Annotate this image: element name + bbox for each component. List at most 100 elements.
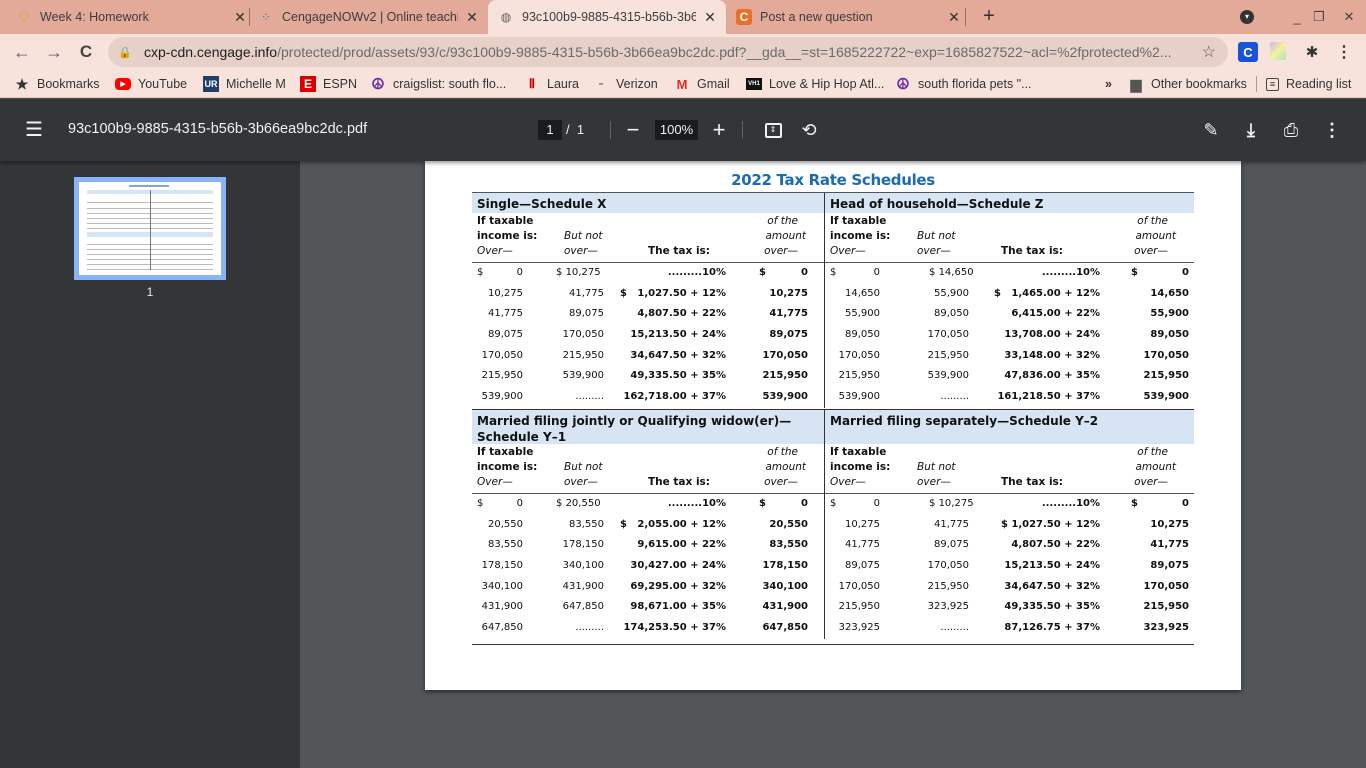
bookmark-espn[interactable]: E ESPN	[300, 74, 357, 94]
bookmark-gmail[interactable]: M Gmail	[674, 74, 730, 94]
schedule-rows: $0 $ 10,275 .........10% $0 10,275 41,775 $ 1,…	[472, 263, 824, 408]
pdf-viewer-area[interactable]: 2022 Tax Rate Schedules Single—Schedule …	[300, 161, 1366, 768]
cell-over: 431,900	[481, 601, 523, 613]
zoom-out-button[interactable]: −	[621, 117, 645, 142]
university-shield-icon: ⛉	[19, 9, 29, 24]
restore-button[interactable]: ❐	[1302, 0, 1336, 34]
header-tax-is: The tax is:	[648, 245, 710, 257]
cell-but-not-over: .........	[940, 391, 969, 403]
back-button[interactable]: ←	[10, 40, 34, 64]
tab-search-icon[interactable]: ▾	[1230, 0, 1264, 34]
cell-of-amount-over: 0	[1182, 498, 1189, 509]
table-row: 170,050 215,950 34,647.50 + 32% 170,050	[825, 577, 1194, 598]
bookmark-michelle[interactable]: UR Michelle M	[203, 74, 286, 94]
table-row: 41,775 89,075 4,807.50 + 22% 41,775	[472, 304, 824, 325]
header-income-is: income is:	[477, 461, 538, 473]
page-number-input[interactable]: 1	[538, 120, 562, 140]
close-window-button[interactable]: ✕	[1332, 0, 1366, 34]
peace-icon: ☮	[896, 76, 910, 93]
header-amount: amount	[1135, 461, 1176, 473]
table-row: 41,775 89,075 4,807.50 + 22% 41,775	[825, 535, 1194, 556]
annotate-pen-icon[interactable]: ✎	[1199, 118, 1223, 142]
cell-over: 215,950	[481, 370, 523, 382]
bookmark-bookmarks[interactable]: ★ Bookmarks	[14, 74, 100, 94]
table-row: 539,900......... 161,218.50 + 37% 539,900	[825, 387, 1194, 408]
cell-over: 14,650	[845, 287, 880, 299]
close-tab-icon[interactable]: ✕	[702, 9, 718, 26]
cell-tax: .........10%	[667, 267, 726, 278]
cell-over: 170,050	[838, 349, 880, 361]
reading-list[interactable]: ≡ Reading list	[1266, 74, 1351, 94]
cell-but-not-over: 55,900	[934, 287, 969, 299]
header-but-not: But not	[917, 461, 956, 473]
reading-list-icon: ≡	[1266, 77, 1279, 91]
bookmark-south-florida-pets[interactable]: ☮ south florida pets "...	[895, 74, 1031, 94]
bookmark-verizon[interactable]: ━ Verizon	[593, 74, 658, 94]
schedule-title: Married filing separately—Schedule Y–2	[825, 410, 1194, 444]
cell-but-not-over: 340,100	[562, 560, 604, 572]
bookmarks-overflow-button[interactable]: »	[1105, 74, 1112, 94]
address-bar[interactable]: 🔒 cxp-cdn.cengage.info/protected/prod/as…	[108, 37, 1228, 67]
bookmark-love-hip-hop[interactable]: VH1 Love & Hip Hop Atl...	[746, 74, 884, 94]
tab-week4-homework[interactable]: ⛉ Week 4: Homework ✕	[16, 0, 248, 34]
extension-c-icon[interactable]: C	[1238, 42, 1258, 62]
cell-of-amount-over: 170,050	[762, 349, 808, 361]
cell-but-not-over: 178,150	[562, 539, 604, 551]
table-row: 14,650 55,900 $ 1,465.00 + 12% 14,650	[825, 284, 1194, 305]
extensions-puzzle-icon[interactable]: ✱	[1302, 42, 1322, 62]
reload-button[interactable]: C	[74, 40, 98, 64]
new-tab-button[interactable]: +	[978, 4, 1000, 28]
table-row: 178,150 340,100 30,427.00 + 24% 178,150	[472, 556, 824, 577]
bookmark-star-icon[interactable]: ☆	[1202, 42, 1216, 62]
cell-but-not-over: 215,950	[927, 349, 969, 361]
cell-tax: 47,836.00 + 35%	[1004, 370, 1100, 382]
close-tab-icon[interactable]: ✕	[232, 9, 248, 26]
zoom-in-button[interactable]: +	[707, 117, 731, 142]
table-row: 170,050 215,950 33,148.00 + 32% 170,050	[825, 346, 1194, 367]
close-tab-icon[interactable]: ✕	[946, 9, 962, 26]
table-row: 170,050 215,950 34,647.50 + 32% 170,050	[472, 346, 824, 367]
header-if-taxable: If taxable	[477, 215, 534, 227]
bookmark-laura[interactable]: Ⅱ Laura	[524, 74, 579, 94]
page-thumbnail[interactable]	[74, 177, 226, 280]
cell-over: 41,775	[488, 308, 523, 320]
cell-tax: $ 1,465.00 + 12%	[993, 287, 1100, 299]
forward-button[interactable]: →	[42, 40, 66, 64]
zoom-level-input[interactable]: 100%	[655, 120, 698, 140]
bookmarks-bar: ★ Bookmarks ▶ YouTube UR Michelle M E ESPN ☮…	[0, 70, 1366, 98]
download-icon[interactable]: ⤓	[1239, 118, 1263, 142]
table-row: $0 $ 10,275 .........10% $0	[472, 263, 824, 284]
cell-but-not-over: $ 20,550	[556, 498, 601, 509]
cell-but-not-over: 41,775	[934, 518, 969, 530]
table-row: 215,950 323,925 49,335.50 + 35% 215,950	[825, 597, 1194, 618]
more-actions-icon[interactable]: ⋮	[1320, 118, 1344, 142]
cell-of-amount-over: 215,950	[1143, 601, 1189, 613]
verizon-icon: ━	[599, 81, 603, 88]
header-of-the: of the	[1137, 446, 1168, 458]
fit-to-page-icon[interactable]: ⇕	[761, 118, 785, 142]
print-icon[interactable]: ⎙	[1279, 118, 1303, 142]
menu-hamburger-icon[interactable]: ☰	[22, 119, 46, 141]
cell-tax: 9,615.00 + 22%	[637, 539, 726, 551]
header-over: Over—	[477, 476, 513, 488]
close-tab-icon[interactable]: ✕	[464, 9, 480, 26]
chrome-menu-icon[interactable]: ⋮	[1334, 42, 1354, 62]
bookmark-youtube[interactable]: ▶ YouTube	[115, 74, 187, 94]
rotate-icon[interactable]: ⟲	[797, 118, 821, 142]
tab-pdf-active[interactable]: ◍ 93c100b9-9885-4315-b56b-3b66ea9bc2dc.p…	[488, 0, 726, 34]
cell-tax: $ 1,027.50 + 12%	[1000, 518, 1100, 530]
header-amount-over: over—	[764, 476, 798, 488]
header-if-taxable: If taxable	[830, 215, 887, 227]
other-bookmarks[interactable]: ▆ Other bookmarks	[1128, 74, 1247, 94]
tab-post-question[interactable]: C Post a new question ✕	[736, 0, 962, 34]
bookmark-craigslist[interactable]: ☮ craigslist: south flo...	[370, 74, 506, 94]
cell-but-not-over: $ 10,275	[556, 267, 601, 278]
cell-of-amount-over: 340,100	[762, 580, 808, 592]
tab-cengagenow[interactable]: ⁘ CengageNOWv2 | Online teachin ✕	[258, 0, 480, 34]
cell-tax: 69,295.00 + 32%	[630, 580, 726, 592]
extension-color-icon[interactable]	[1270, 42, 1286, 60]
cell-over: 89,075	[488, 329, 523, 341]
cell-but-not-over: 215,950	[562, 349, 604, 361]
cell-of-amount-over: 0	[801, 267, 808, 278]
cell-over: 0	[873, 267, 880, 278]
